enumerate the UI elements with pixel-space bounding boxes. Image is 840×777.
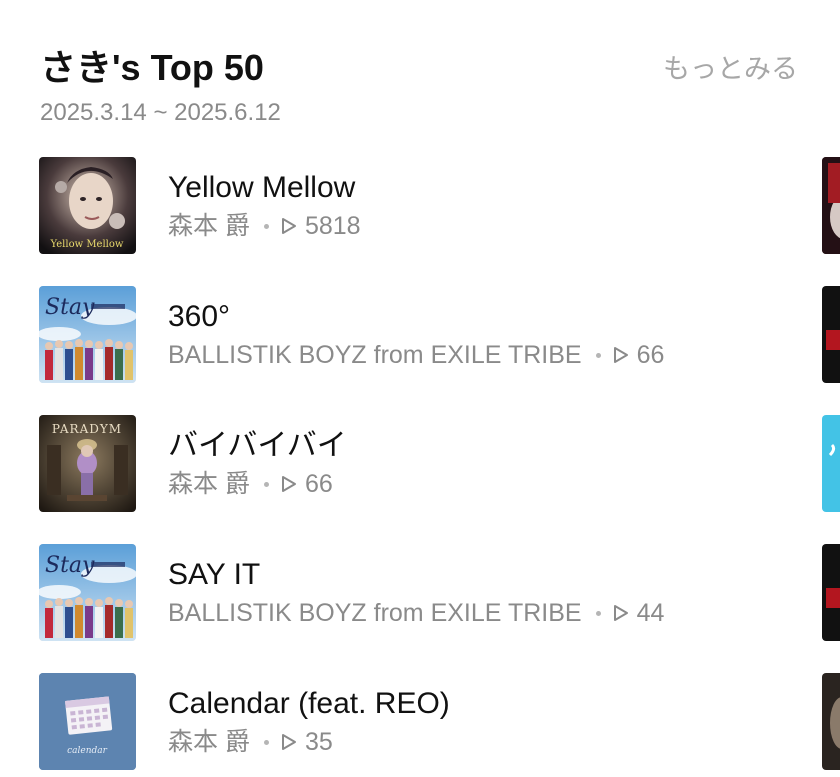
play-count: 66 <box>636 341 665 369</box>
track-artist: 森本 爵 <box>168 470 250 498</box>
track-title: 360° <box>168 300 231 333</box>
track-meta: 森本 爵 5818 <box>168 210 361 242</box>
paradym-artwork: PARADYM <box>39 415 136 512</box>
stay-album-artwork: Stay <box>39 544 136 641</box>
svg-text:Stay: Stay <box>45 295 95 320</box>
next-column-artwork[interactable] <box>822 544 840 641</box>
track-title: バイバイバイ <box>168 429 347 462</box>
track-meta: 森本 爵 66 <box>168 468 333 500</box>
separator-dot <box>263 223 269 229</box>
track-row[interactable]: Stay <box>0 285 840 414</box>
play-count: 44 <box>636 599 665 627</box>
track-title: Yellow Mellow <box>168 171 356 204</box>
separator-dot <box>263 481 269 487</box>
play-count: 5818 <box>304 212 361 240</box>
stay-album-artwork: Stay <box>39 286 136 383</box>
play-count: 35 <box>304 728 333 756</box>
track-meta: BALLISTIK BOYZ from EXILE TRIBE 66 <box>168 339 664 371</box>
date-range: 2025.3.14 ~ 2025.6.12 <box>40 99 281 126</box>
page-title: さき's Top 50 <box>40 47 264 88</box>
calendar-artwork: calendar <box>39 673 136 770</box>
track-list: Yellow Mellow Yellow Mellow 森本 爵 5818 St… <box>0 156 840 777</box>
next-column-artwork[interactable] <box>822 157 840 254</box>
track-artist: BALLISTIK BOYZ from EXILE TRIBE <box>168 341 582 369</box>
track-title: SAY IT <box>168 558 261 591</box>
track-title: Calendar (feat. REO) <box>168 687 450 720</box>
next-column-artwork[interactable] <box>822 286 840 383</box>
track-meta: 森本 爵 35 <box>168 726 333 758</box>
play-count: 66 <box>304 470 333 498</box>
top-50-panel: さき's Top 50 もっとみる 2025.3.14 ~ 2025.6.12 <box>0 0 840 777</box>
track-row[interactable]: calendar Calendar (feat. REO) 森本 爵 35 <box>0 672 840 777</box>
track-artist: 森本 爵 <box>168 728 250 756</box>
track-meta: BALLISTIK BOYZ from EXILE TRIBE 44 <box>168 597 664 629</box>
play-count-icon <box>281 475 297 493</box>
track-artist: 森本 爵 <box>168 212 250 240</box>
track-row[interactable]: Stay <box>0 543 840 672</box>
track-artist: BALLISTIK BOYZ from EXILE TRIBE <box>168 599 582 627</box>
next-column-artwork[interactable] <box>822 415 840 512</box>
separator-dot <box>595 352 601 358</box>
svg-text:Yellow Mellow: Yellow Mellow <box>50 239 124 250</box>
svg-text:Stay: Stay <box>45 553 95 578</box>
svg-text:PARADYM: PARADYM <box>52 422 122 436</box>
svg-text:calendar: calendar <box>67 746 108 756</box>
play-count-icon <box>613 346 629 364</box>
yellow-mellow-artwork: Yellow Mellow <box>39 157 136 254</box>
next-column-artwork[interactable] <box>822 673 840 770</box>
play-count-icon <box>613 604 629 622</box>
play-count-icon <box>281 217 297 235</box>
play-count-icon <box>281 733 297 751</box>
see-more-link[interactable]: もっとみる <box>663 52 798 86</box>
track-row[interactable]: PARADYM バイバイバイ 森本 爵 66 <box>0 414 840 543</box>
track-row[interactable]: Yellow Mellow Yellow Mellow 森本 爵 5818 <box>0 156 840 285</box>
separator-dot <box>595 610 601 616</box>
separator-dot <box>263 739 269 745</box>
